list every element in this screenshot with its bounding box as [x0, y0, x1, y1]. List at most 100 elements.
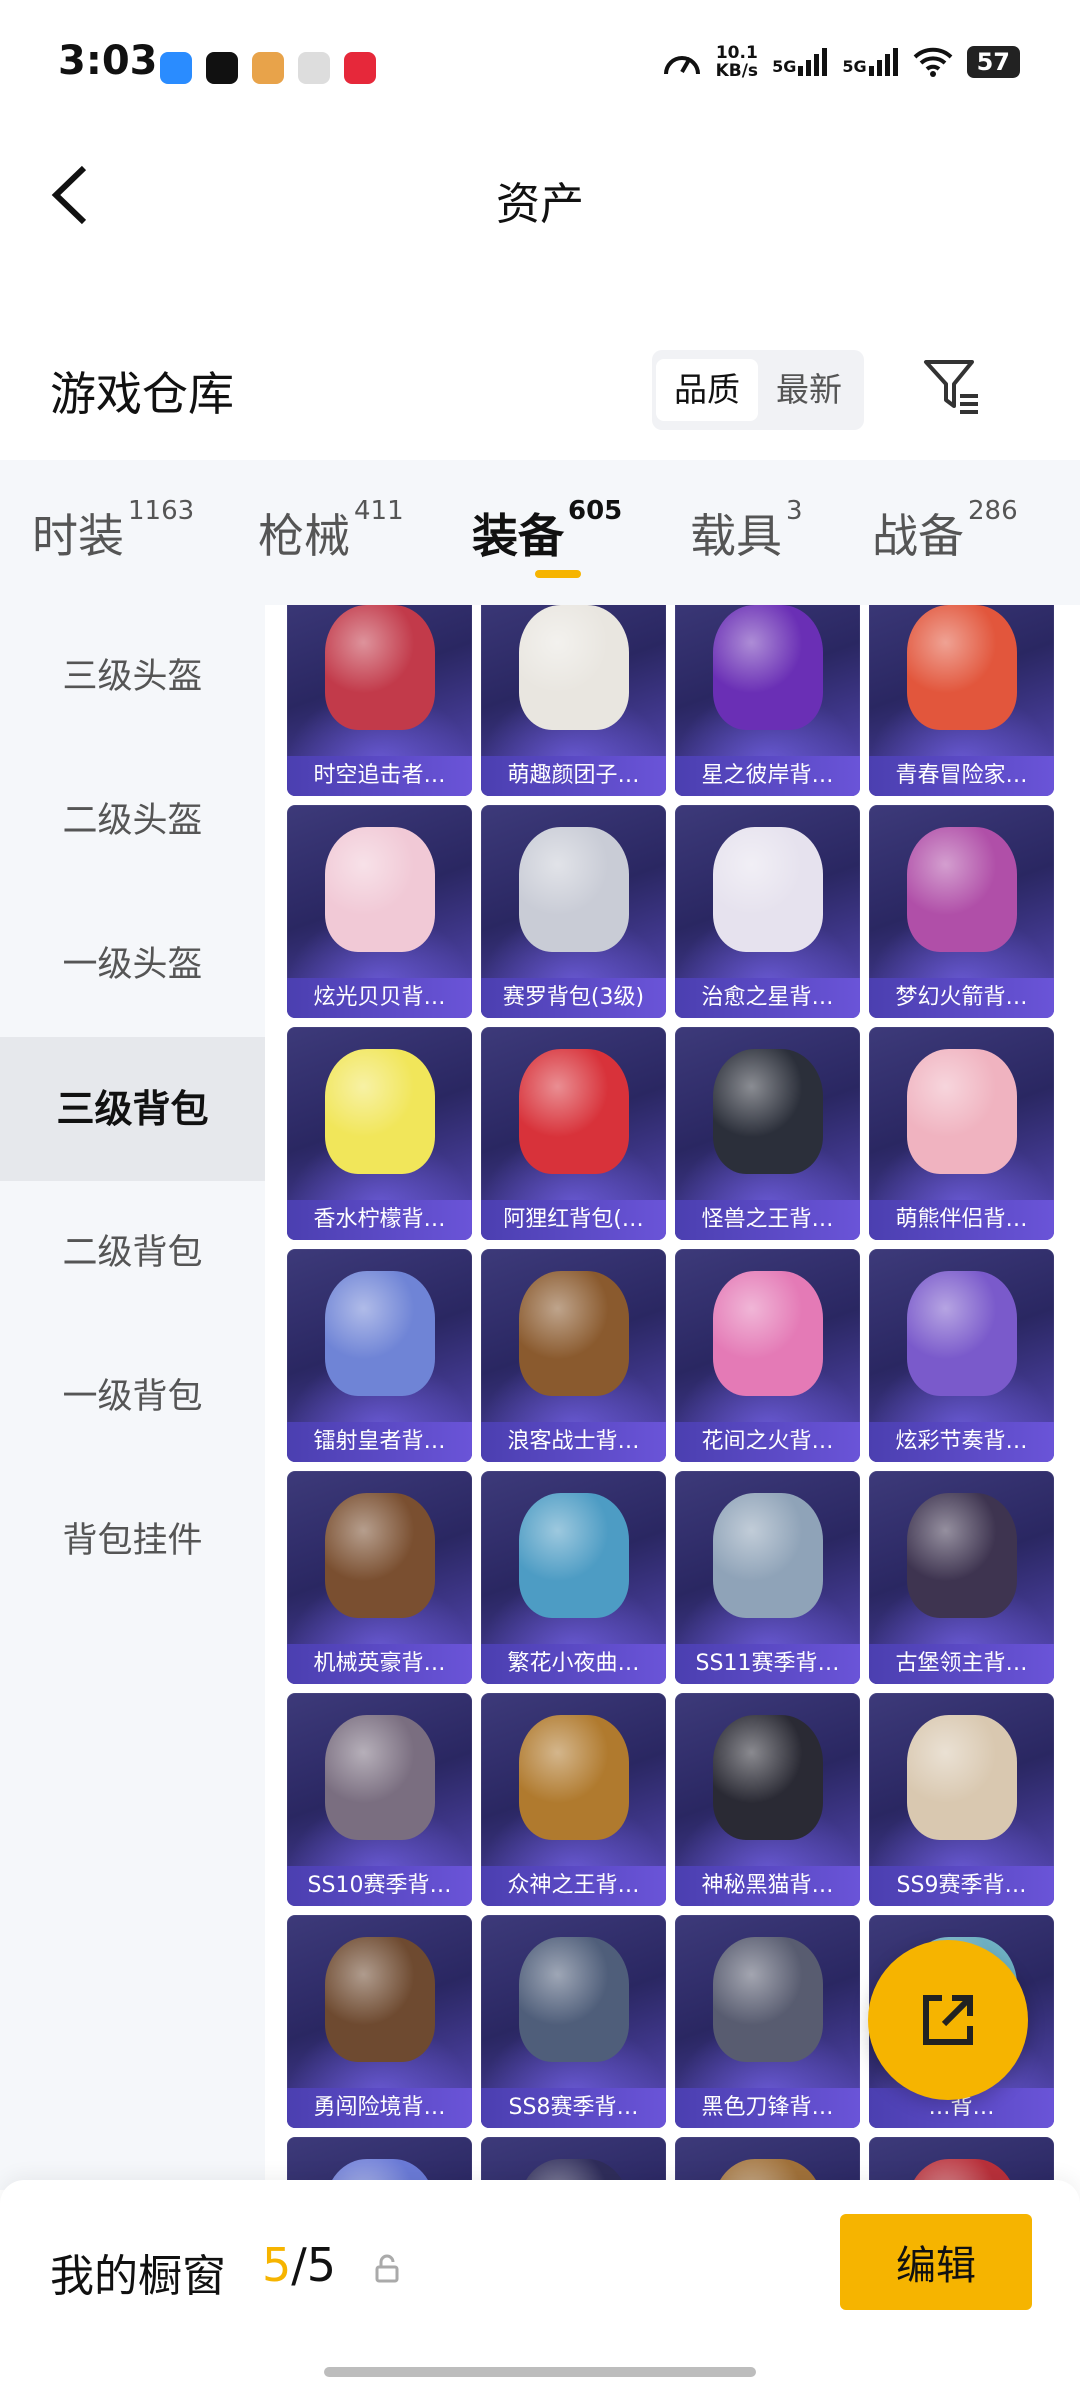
item-card[interactable]: 香水柠檬背… — [287, 1027, 472, 1240]
backpack-image — [518, 827, 629, 952]
item-card[interactable]: 萌趣颜团子… — [481, 605, 666, 796]
item-card[interactable]: 星之彼岸背… — [675, 605, 860, 796]
item-card[interactable]: 怪兽之王背… — [675, 1027, 860, 1240]
backpack-image — [712, 827, 823, 952]
backpack-image — [324, 1049, 435, 1174]
backpack-image — [906, 1493, 1017, 1618]
item-card[interactable]: 浪客战士背… — [481, 1249, 666, 1462]
tab-count: 1163 — [128, 496, 195, 526]
notification-app-icon — [160, 52, 192, 84]
item-card[interactable]: 萌熊伴侣背… — [869, 1027, 1054, 1240]
item-name: 香水柠檬背… — [287, 1200, 472, 1240]
sim1-label: 5G — [772, 57, 797, 76]
sim2-label: 5G — [842, 57, 867, 76]
item-name: 星之彼岸背… — [675, 756, 860, 796]
sidebar-item-level3-backpack[interactable]: 三级背包 — [0, 1037, 265, 1181]
notification-app-icon — [252, 52, 284, 84]
tab-fashion[interactable]: 时装 1163 — [32, 496, 194, 566]
warehouse-header: 游戏仓库 品质 最新 — [0, 330, 1080, 450]
tab-label: 载具 — [690, 509, 782, 563]
item-name: 黑色刀锋背… — [675, 2088, 860, 2128]
item-card[interactable]: 炫彩节奏背… — [869, 1249, 1054, 1462]
backpack-image — [324, 827, 435, 952]
backpack-image — [906, 1271, 1017, 1396]
nav-bar: 资产 — [0, 130, 1080, 260]
item-card[interactable]: 镭射皇者背… — [287, 1249, 472, 1462]
tab-tactical[interactable]: 战备 286 — [872, 496, 1018, 566]
notification-app-icon — [298, 52, 330, 84]
item-card[interactable]: SS10赛季背… — [287, 1693, 472, 1906]
sidebar-item-backpack-pendant[interactable]: 背包挂件 — [0, 1469, 265, 1613]
sort-latest[interactable]: 最新 — [758, 359, 860, 421]
filter-icon[interactable] — [920, 354, 982, 416]
tab-guns[interactable]: 枪械 411 — [258, 496, 404, 566]
item-card[interactable]: 神秘黑猫背… — [675, 1693, 860, 1906]
main-content: 时装 1163 枪械 411 装备 605 载具 3 战备 286 三级头盔 二级头盔 一… — [0, 460, 1080, 2190]
item-name: 治愈之星背… — [675, 978, 860, 1018]
speed-unit: KB/s — [715, 61, 759, 81]
sidebar-item-level1-backpack[interactable]: 一级背包 — [0, 1325, 265, 1469]
backpack-image — [518, 1049, 629, 1174]
showcase-title: 我的橱窗 — [50, 2251, 226, 2302]
tab-vehicles[interactable]: 载具 3 — [690, 496, 803, 566]
item-card[interactable]: SS11赛季背… — [675, 1471, 860, 1684]
item-card[interactable]: 黑色刀锋背… — [675, 1915, 860, 2128]
share-button[interactable] — [868, 1940, 1028, 2100]
tab-equipment[interactable]: 装备 605 — [472, 496, 622, 566]
item-card[interactable]: 治愈之星背… — [675, 805, 860, 1018]
item-card[interactable]: 众神之王背… — [481, 1693, 666, 1906]
item-name: 镭射皇者背… — [287, 1422, 472, 1462]
page-title: 资产 — [496, 179, 584, 230]
speedometer-icon — [663, 56, 700, 75]
backpack-image — [518, 605, 629, 730]
item-card[interactable]: 炫光贝贝背… — [287, 805, 472, 1018]
battery-indicator: 57 — [966, 46, 1020, 78]
subcategory-sidebar: 三级头盔 二级头盔 一级头盔 三级背包 二级背包 一级背包 背包挂件 — [0, 605, 265, 2190]
showcase-separator: / — [291, 2238, 307, 2292]
backpack-image — [518, 1493, 629, 1618]
wifi-icon — [913, 47, 952, 77]
backpack-image — [906, 1715, 1017, 1840]
item-name: 阿狸红背包(… — [481, 1200, 666, 1240]
item-name: SS8赛季背… — [481, 2088, 666, 2128]
tab-count: 411 — [354, 496, 404, 526]
tab-label: 战备 — [872, 509, 964, 563]
network-speed: 10.1 KB/s — [716, 44, 758, 80]
sidebar-item-level2-backpack[interactable]: 二级背包 — [0, 1181, 265, 1325]
item-name: 繁花小夜曲… — [481, 1644, 666, 1684]
backpack-image — [324, 1493, 435, 1618]
sort-quality[interactable]: 品质 — [656, 359, 758, 421]
item-card[interactable]: 勇闯险境背… — [287, 1915, 472, 2128]
category-tabs: 时装 1163 枪械 411 装备 605 载具 3 战备 286 — [0, 460, 1080, 605]
item-card[interactable]: SS8赛季背… — [481, 1915, 666, 2128]
item-card[interactable]: SS9赛季背… — [869, 1693, 1054, 1906]
status-indicators: 10.1 KB/s 5G 5G 57 — [662, 44, 1020, 80]
tab-label: 枪械 — [258, 509, 350, 563]
backpack-image — [324, 605, 435, 730]
item-card[interactable]: 时空追击者… — [287, 605, 472, 796]
item-card[interactable]: 青春冒险家… — [869, 605, 1054, 796]
edit-button[interactable]: 编辑 — [840, 2214, 1032, 2310]
sidebar-item-level1-helmet[interactable]: 一级头盔 — [0, 893, 265, 1037]
item-card[interactable]: 古堡领主背… — [869, 1471, 1054, 1684]
sidebar-item-level3-helmet[interactable]: 三级头盔 — [0, 605, 265, 749]
showcase-count: 5/5 — [262, 2238, 336, 2292]
share-external-icon — [923, 1995, 973, 2045]
item-card[interactable]: 阿狸红背包(… — [481, 1027, 666, 1240]
item-name: 萌趣颜团子… — [481, 756, 666, 796]
tab-count: 3 — [786, 496, 803, 526]
backpack-image — [518, 1937, 629, 2062]
item-card[interactable]: 花间之火背… — [675, 1249, 860, 1462]
backpack-image — [324, 1271, 435, 1396]
status-bar: 3:03 10.1 KB/s 5G 5G 57 — [0, 0, 1080, 130]
notification-app-icon — [206, 52, 238, 84]
home-indicator[interactable] — [324, 2367, 756, 2377]
item-name: 萌熊伴侣背… — [869, 1200, 1054, 1240]
sidebar-item-level2-helmet[interactable]: 二级头盔 — [0, 749, 265, 893]
item-card[interactable]: 繁花小夜曲… — [481, 1471, 666, 1684]
item-card[interactable]: 赛罗背包(3级) — [481, 805, 666, 1018]
item-card[interactable]: 梦幻火箭背… — [869, 805, 1054, 1018]
backpack-image — [712, 1493, 823, 1618]
item-card[interactable]: 机械英豪背… — [287, 1471, 472, 1684]
backpack-image — [712, 1937, 823, 2062]
